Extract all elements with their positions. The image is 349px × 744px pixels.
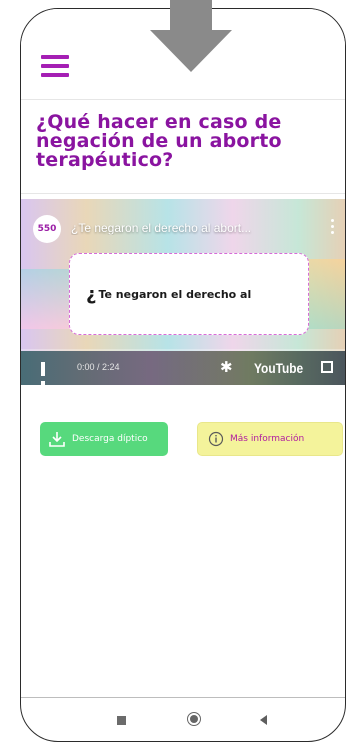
more-info-button[interactable]: Más información — [197, 422, 343, 456]
video-card-text: Te negaron el derecho al — [98, 287, 252, 301]
header-divider — [21, 99, 345, 100]
download-diptych-button[interactable]: Descarga díptico — [40, 422, 168, 456]
question-mark: ¿ — [86, 283, 97, 305]
pause-icon[interactable] — [41, 361, 53, 385]
video-title[interactable]: ¿Te negaron el derecho al abort... — [71, 221, 303, 235]
triangle-back-icon[interactable] — [260, 715, 267, 725]
more-options-icon[interactable] — [331, 219, 335, 237]
video-player[interactable]: 550 ¿Te negaron el derecho al abort... ¿… — [21, 199, 345, 385]
hamburger-menu-icon[interactable] — [41, 55, 69, 77]
info-button-label: Más información — [230, 434, 305, 444]
info-icon — [208, 431, 224, 447]
fullscreen-icon[interactable] — [321, 361, 333, 373]
video-time: 0:00 / 2:24 — [77, 362, 120, 372]
square-icon[interactable] — [117, 716, 126, 725]
video-controls: 0:00 / 2:24 ✱ YouTube — [21, 351, 345, 385]
youtube-logo-button[interactable]: YouTube — [254, 360, 303, 376]
channel-logo[interactable]: 550 — [33, 215, 61, 243]
phone-frame: ¿Qué hacer en caso de negación de un abo… — [20, 8, 346, 742]
down-arrow-icon — [150, 0, 232, 72]
video-title-card: ¿ Te negaron el derecho al — [69, 253, 309, 335]
download-button-label: Descarga díptico — [72, 434, 148, 444]
page-title: ¿Qué hacer en caso de negación de un abo… — [36, 111, 282, 171]
download-icon — [48, 430, 66, 448]
title-divider — [21, 193, 345, 194]
circle-icon[interactable] — [187, 712, 201, 726]
nav-divider — [21, 697, 345, 698]
settings-gear-icon[interactable]: ✱ — [220, 358, 233, 376]
